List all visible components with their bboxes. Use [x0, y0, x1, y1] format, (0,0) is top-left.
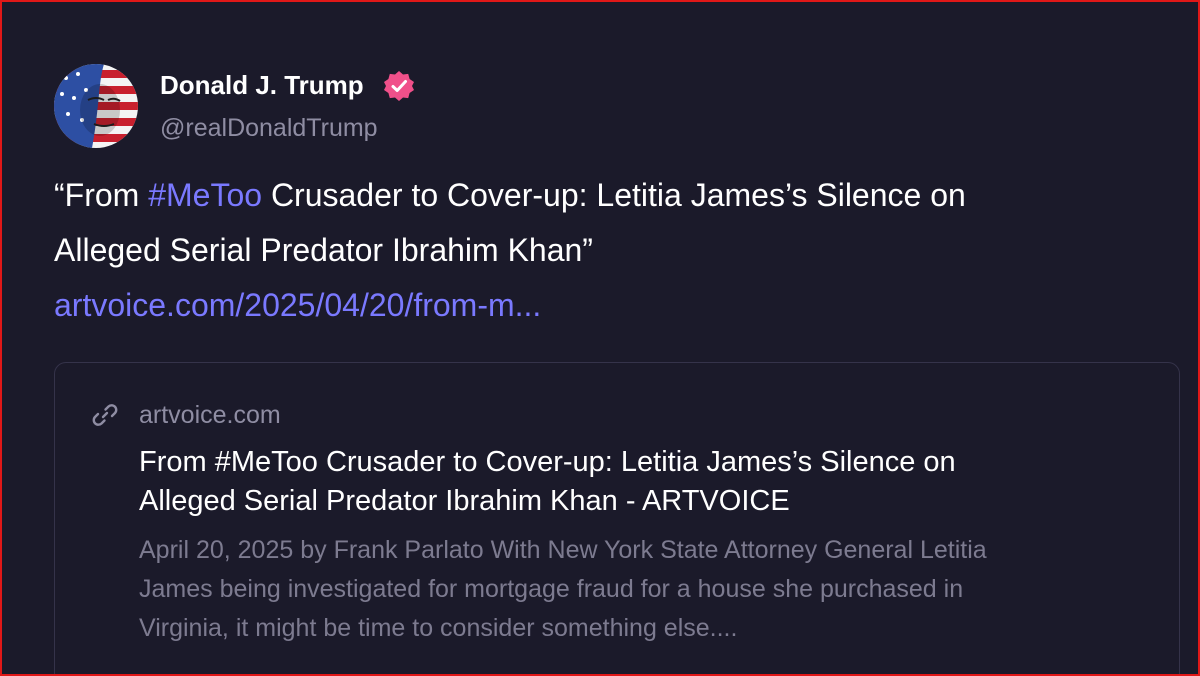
- post-text-rest: Crusader to Cover-up: Letitia James’s Si…: [262, 177, 966, 213]
- card-description-line: Virginia, it might be time to consider s…: [139, 614, 738, 642]
- card-title-line: Alleged Serial Predator Ibrahim Khan - A…: [139, 485, 790, 517]
- card-domain: artvoice.com: [139, 401, 281, 429]
- post-url-link[interactable]: artvoice.com/2025/04/20/from-m...: [54, 278, 1164, 333]
- screenshot-frame: Donald J. Trump @realDonaldTrump “From #…: [0, 0, 1200, 676]
- post-text: “From #MeToo Crusader to Cover-up: Letit…: [54, 168, 1164, 333]
- card-title: From #MeToo Crusader to Cover-up: Letiti…: [139, 443, 1149, 521]
- link-icon: [92, 404, 118, 426]
- avatar[interactable]: [54, 64, 138, 148]
- author-name[interactable]: Donald J. Trump: [160, 70, 364, 101]
- author-handle[interactable]: @realDonaldTrump: [160, 114, 378, 143]
- verified-badge-icon: [384, 71, 414, 101]
- hashtag-link[interactable]: #MeToo: [148, 177, 262, 213]
- post-text-open: “From: [54, 177, 149, 213]
- link-preview-card[interactable]: artvoice.com From #MeToo Crusader to Cov…: [54, 362, 1180, 674]
- card-description-line: James being investigated for mortgage fr…: [139, 575, 964, 603]
- avatar-image: [54, 64, 138, 148]
- card-title-line: From #MeToo Crusader to Cover-up: Letiti…: [139, 446, 956, 478]
- post-text-line-1: “From #MeToo Crusader to Cover-up: Letit…: [54, 168, 1164, 223]
- card-description: April 20, 2025 by Frank Parlato With New…: [139, 531, 1149, 648]
- card-description-line: April 20, 2025 by Frank Parlato With New…: [139, 536, 987, 564]
- post-text-line-2: Alleged Serial Predator Ibrahim Khan”: [54, 232, 593, 268]
